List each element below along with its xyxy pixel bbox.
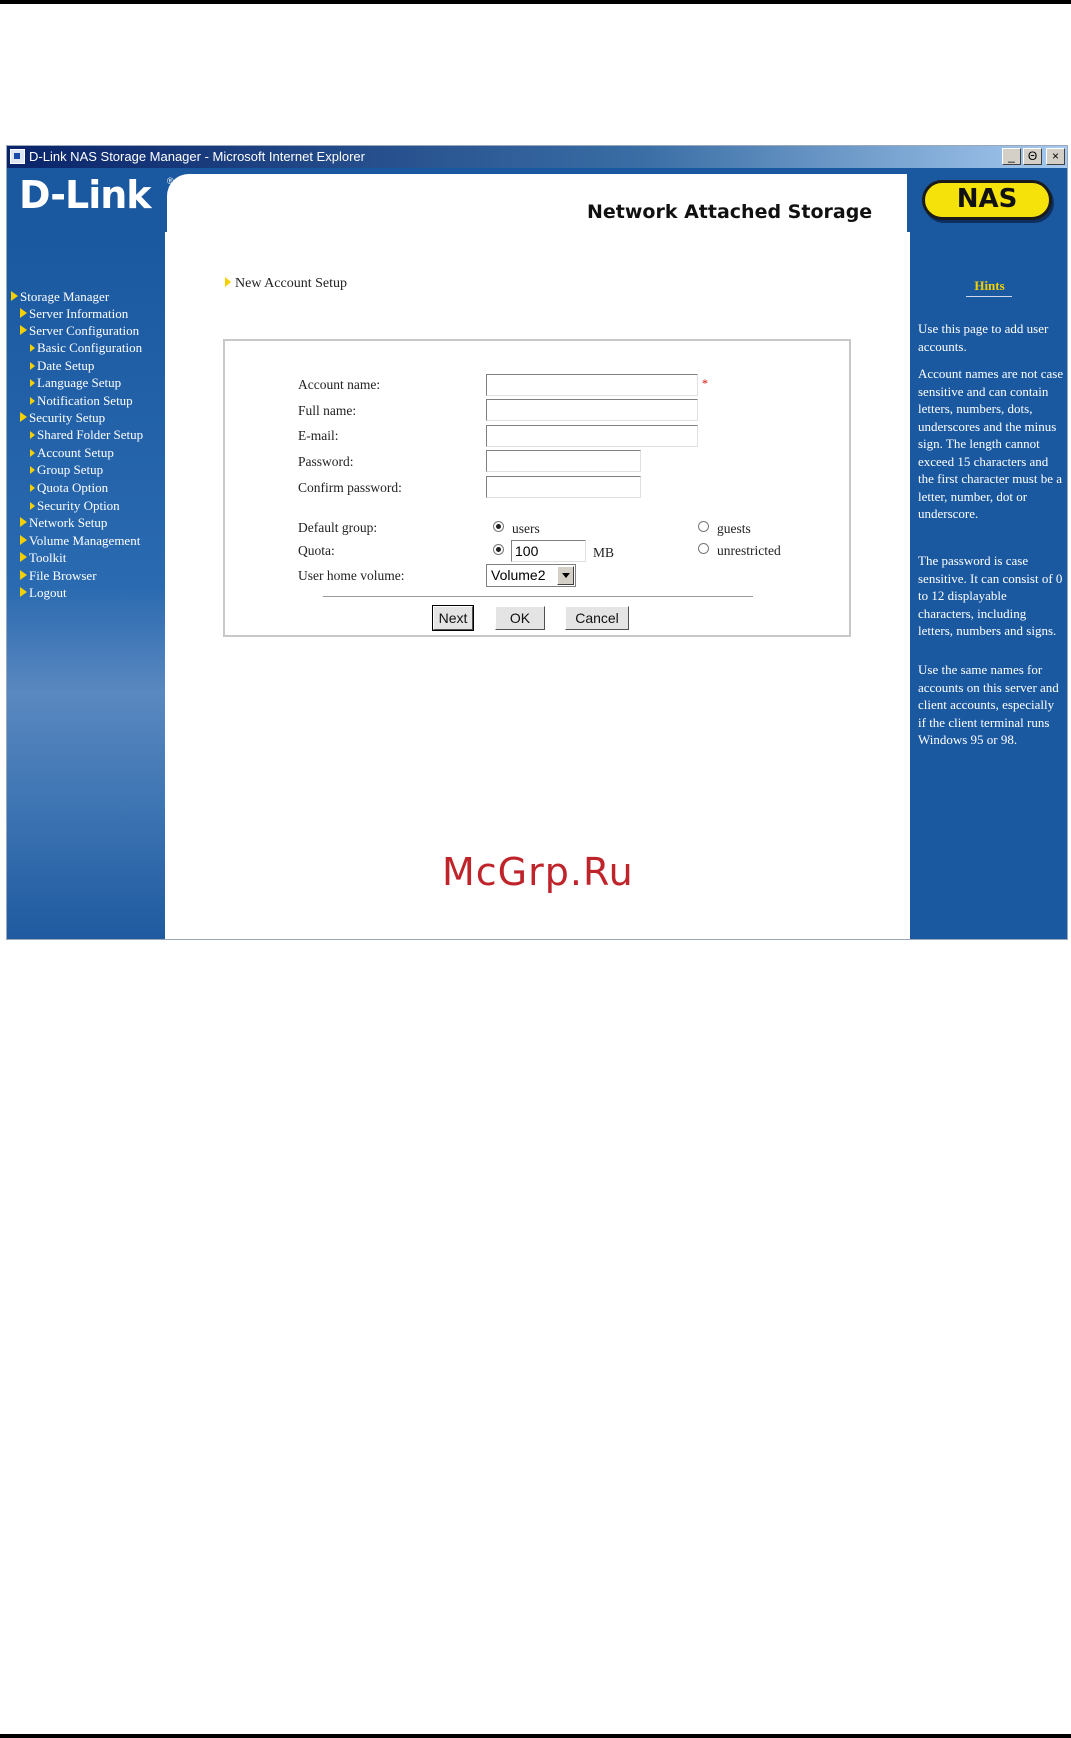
arrow-icon [20, 517, 27, 527]
nav-storage-manager[interactable]: Storage Manager [11, 289, 109, 305]
arrow-icon [30, 466, 35, 474]
minimize-button[interactable]: _ [1002, 148, 1021, 165]
next-button[interactable]: Next [432, 605, 474, 631]
arrow-icon [30, 502, 35, 510]
hints-title: Hints [974, 278, 1005, 293]
nav-group-setup[interactable]: Group Setup [30, 462, 103, 478]
arrow-icon [20, 570, 27, 580]
email-label: E-mail: [298, 428, 339, 443]
nav-notification-setup[interactable]: Notification Setup [30, 393, 133, 409]
hints-panel: Hints Use this page to add user accounts… [910, 232, 1067, 939]
nav-security-setup[interactable]: Security Setup [20, 410, 105, 426]
main-content: New Account Setup Account name: * Full n… [165, 232, 910, 939]
password-label: Password: [298, 454, 354, 469]
hints-title-underline [966, 296, 1012, 297]
default-group-label: Default group: [298, 520, 378, 535]
arrow-icon [30, 449, 35, 457]
home-volume-select[interactable]: Volume2 [486, 564, 576, 587]
arrow-icon [30, 362, 35, 370]
group-guests-radio[interactable] [698, 521, 709, 532]
nav-network-setup[interactable]: Network Setup [20, 515, 107, 531]
nav-file-browser[interactable]: File Browser [20, 568, 97, 584]
window-title: D-Link NAS Storage Manager - Microsoft I… [29, 149, 365, 164]
confirm-password-label: Confirm password: [298, 480, 402, 495]
page-bottom-rule [0, 1734, 1071, 1738]
arrow-icon [20, 412, 27, 422]
hint-paragraph: Use the same names for accounts on this … [918, 662, 1059, 747]
arrow-icon [20, 587, 27, 597]
product-subtitle: Network Attached Storage [587, 201, 873, 223]
nav-date-setup[interactable]: Date Setup [30, 358, 94, 374]
arrow-icon [20, 325, 27, 335]
nav-server-information[interactable]: Server Information [20, 306, 128, 322]
nav-language-setup[interactable]: Language Setup [30, 375, 121, 391]
arrow-icon [30, 484, 35, 492]
quota-unrestricted-radio[interactable] [698, 543, 709, 554]
arrow-icon [30, 397, 35, 405]
home-volume-label: User home volume: [298, 568, 405, 583]
arrow-icon [20, 552, 27, 562]
nav-account-setup[interactable]: Account Setup [30, 445, 114, 461]
nas-badge: NAS [922, 180, 1052, 220]
nav-shared-folder-setup[interactable]: Shared Folder Setup [30, 427, 143, 443]
required-marker: * [702, 376, 708, 390]
quota-unrestricted-label: unrestricted [717, 543, 781, 558]
arrow-icon [30, 344, 35, 352]
arrow-icon [20, 308, 27, 318]
logo-registered-mark: ® [167, 176, 174, 186]
watermark: McGrp.Ru [442, 850, 634, 894]
restore-button[interactable]: Θ [1023, 148, 1042, 165]
hint-paragraph: Account names are not case sensitive and… [918, 366, 1064, 521]
browser-window: D-Link NAS Storage Manager - Microsoft I… [6, 145, 1068, 940]
form-divider [323, 596, 753, 597]
page-top-rule [0, 0, 1071, 4]
arrow-icon [20, 535, 27, 545]
password-input[interactable] [486, 450, 641, 472]
group-users-label: users [512, 521, 540, 536]
confirm-password-input[interactable] [486, 476, 641, 498]
header-banner: D-Link ® Network Attached Storage NAS [7, 168, 1067, 232]
nav-logout[interactable]: Logout [20, 585, 67, 601]
arrow-icon [225, 277, 231, 287]
hint-paragraph: Use this page to add user accounts. [918, 321, 1049, 354]
full-name-label: Full name: [298, 403, 357, 418]
ok-button[interactable]: OK [495, 606, 545, 630]
home-volume-value: Volume2 [491, 567, 546, 583]
close-button[interactable]: × [1046, 148, 1065, 165]
nav-volume-management[interactable]: Volume Management [20, 533, 140, 549]
arrow-icon [30, 431, 35, 439]
arrow-icon [30, 379, 35, 387]
quota-limited-radio[interactable] [493, 544, 504, 555]
account-name-input[interactable] [486, 374, 698, 396]
chevron-down-icon[interactable] [557, 566, 574, 585]
nav-quota-option[interactable]: Quota Option [30, 480, 108, 496]
dlink-logo: D-Link [19, 173, 152, 217]
title-bar: D-Link NAS Storage Manager - Microsoft I… [7, 146, 1067, 168]
email-input[interactable] [486, 425, 698, 447]
full-name-input[interactable] [486, 399, 698, 421]
quota-label: Quota: [298, 543, 335, 558]
page-title: New Account Setup [225, 276, 347, 292]
nav-toolkit[interactable]: Toolkit [20, 550, 66, 566]
group-users-radio[interactable] [493, 521, 504, 532]
quota-unit: MB [593, 545, 615, 560]
arrow-icon [11, 291, 18, 301]
cancel-button[interactable]: Cancel [565, 606, 629, 630]
nav-server-configuration[interactable]: Server Configuration [20, 323, 139, 339]
ie-app-icon [10, 149, 25, 164]
hint-paragraph: The password is case sensitive. It can c… [918, 553, 1063, 638]
left-navigation: Storage Manager Server Information Serve… [7, 232, 165, 939]
nav-security-option[interactable]: Security Option [30, 498, 120, 514]
quota-input[interactable] [511, 540, 586, 562]
nav-basic-configuration[interactable]: Basic Configuration [30, 340, 142, 356]
account-name-label: Account name: [298, 377, 381, 392]
group-guests-label: guests [717, 521, 751, 536]
